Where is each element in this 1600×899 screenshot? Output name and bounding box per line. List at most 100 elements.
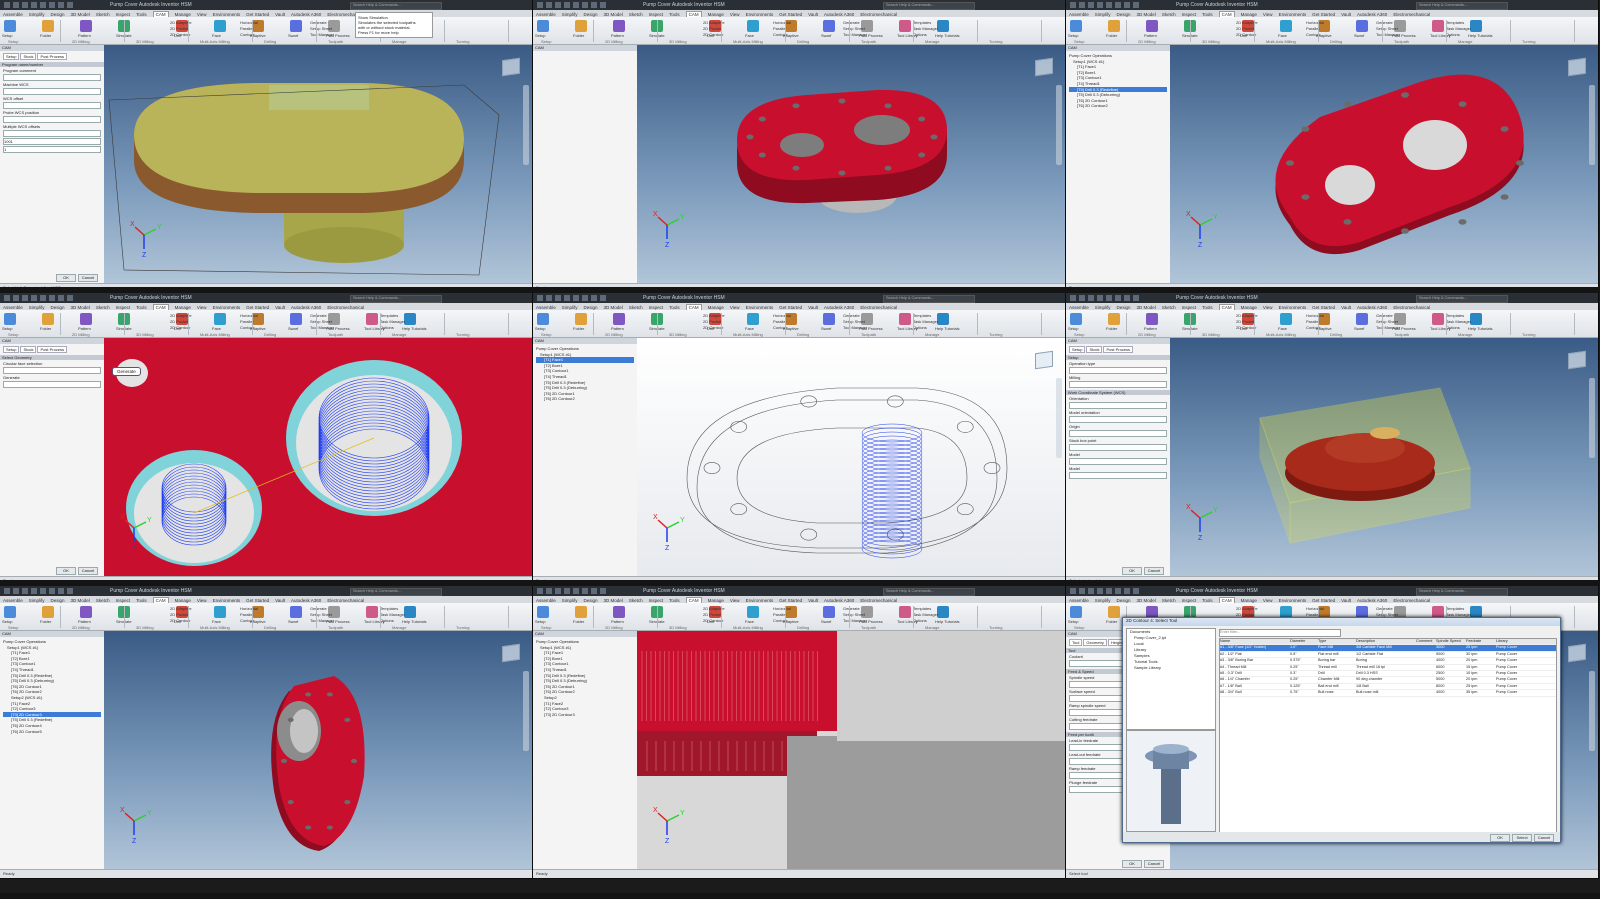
- quick-access-icon[interactable]: [49, 295, 55, 301]
- help-icon[interactable]: [1470, 20, 1482, 32]
- ribbon-small-item[interactable]: Templates: [1446, 313, 1464, 318]
- quick-access-icon[interactable]: [1133, 295, 1139, 301]
- ribbon-button-label[interactable]: Face: [1278, 326, 1287, 331]
- quick-access-icon[interactable]: [1088, 2, 1094, 8]
- ok-button[interactable]: OK: [56, 567, 76, 575]
- ribbon-button-label[interactable]: Face: [745, 619, 754, 624]
- quick-access-icon[interactable]: [591, 588, 597, 594]
- ribbon-button-label[interactable]: Pattern: [611, 326, 624, 331]
- ribbon-button-label[interactable]: Help Tutorials: [935, 33, 959, 38]
- ribbon-button-label[interactable]: Face: [745, 326, 754, 331]
- quick-access-icon[interactable]: [13, 2, 19, 8]
- pump-cover-part[interactable]: [271, 676, 365, 851]
- quick-access-icon[interactable]: [1097, 588, 1103, 594]
- setup-icon[interactable]: [4, 313, 16, 325]
- ribbon-small-item[interactable]: Horizontal: [240, 606, 258, 611]
- quick-access-icon[interactable]: [40, 588, 46, 594]
- column-header[interactable]: Type: [1318, 639, 1356, 643]
- ribbon-small-item[interactable]: 2D Pocket: [703, 612, 721, 617]
- stock-part[interactable]: [108, 83, 500, 276]
- ribbon-small-item[interactable]: Horizontal: [240, 20, 258, 25]
- quick-access-icon[interactable]: [564, 588, 570, 594]
- search-input[interactable]: Search Help & Commands...: [883, 295, 975, 303]
- ribbon-button-label[interactable]: Pattern: [78, 326, 91, 331]
- quick-access-icon[interactable]: [1106, 588, 1112, 594]
- graphics-viewport[interactable]: X Y Z: [637, 338, 1065, 577]
- ribbon-small-item[interactable]: Tool Manager: [310, 32, 334, 37]
- graphics-viewport[interactable]: X Y Z: [104, 338, 532, 577]
- ribbon-button-label[interactable]: Help Tutorials: [1468, 326, 1492, 331]
- quick-access-icon[interactable]: [1079, 295, 1085, 301]
- face-icon[interactable]: [1280, 313, 1292, 325]
- ribbon-small-item[interactable]: Setup Sheet: [843, 612, 865, 617]
- quick-access-icon[interactable]: [67, 295, 73, 301]
- face-icon[interactable]: [747, 606, 759, 618]
- quick-access-icon[interactable]: [573, 295, 579, 301]
- quick-access-icon[interactable]: [1115, 295, 1121, 301]
- quick-access-icon[interactable]: [546, 295, 552, 301]
- dialog-tab[interactable]: Post Process: [37, 53, 68, 60]
- ribbon-button-label[interactable]: Swarf: [288, 33, 298, 38]
- ribbon-button-label[interactable]: Swarf: [288, 326, 298, 331]
- graphics-viewport[interactable]: X Y Z: [1170, 338, 1598, 577]
- ribbon-small-item[interactable]: Setup Sheet: [310, 319, 332, 324]
- quick-access-icon[interactable]: [58, 2, 64, 8]
- pattern-icon[interactable]: [1146, 313, 1158, 325]
- column-header[interactable]: Diameter: [1290, 639, 1318, 643]
- quick-access-icon[interactable]: [582, 588, 588, 594]
- ribbon-button-label[interactable]: Swarf: [821, 326, 831, 331]
- ribbon-button-label[interactable]: Pattern: [611, 33, 624, 38]
- ribbon-button-label[interactable]: Folder: [1106, 33, 1117, 38]
- ribbon-small-item[interactable]: Setup Sheet: [310, 26, 332, 31]
- ribbon-small-item[interactable]: Templates: [1446, 606, 1464, 611]
- face-icon[interactable]: [1280, 20, 1292, 32]
- dialog-tab[interactable]: Stock: [1086, 346, 1103, 353]
- column-header[interactable]: Feedrate: [1466, 639, 1496, 643]
- face-icon[interactable]: [214, 20, 226, 32]
- ok-button[interactable]: OK: [1122, 860, 1142, 868]
- ribbon-button-label[interactable]: Pattern: [1144, 33, 1157, 38]
- dialog-tab[interactable]: Setup: [3, 53, 20, 60]
- ribbon-small-item[interactable]: Options: [380, 618, 394, 623]
- pattern-icon[interactable]: [613, 606, 625, 618]
- quick-access-icon[interactable]: [1088, 295, 1094, 301]
- form-field[interactable]: [1069, 444, 1167, 451]
- ribbon-small-item[interactable]: Generate: [1376, 313, 1393, 318]
- swarf-icon[interactable]: [1356, 20, 1368, 32]
- search-input[interactable]: Search Help & Commands...: [350, 295, 442, 303]
- pattern-icon[interactable]: [80, 20, 92, 32]
- ribbon-small-item[interactable]: Tool Manager: [1376, 325, 1400, 330]
- pattern-icon[interactable]: [613, 313, 625, 325]
- ribbon-small-item[interactable]: Task Manager: [380, 612, 405, 617]
- ribbon-small-item[interactable]: Task Manager: [1446, 319, 1471, 324]
- ribbon-button-label[interactable]: Face: [212, 619, 221, 624]
- quick-access-icon[interactable]: [49, 588, 55, 594]
- quick-access-icon[interactable]: [67, 2, 73, 8]
- folder-icon[interactable]: [42, 313, 54, 325]
- ribbon-small-item[interactable]: Task Manager: [913, 612, 938, 617]
- form-field[interactable]: [3, 74, 101, 81]
- form-field[interactable]: [1069, 458, 1167, 465]
- ribbon-small-item[interactable]: Generate: [1376, 606, 1393, 611]
- ribbon-small-item[interactable]: Templates: [913, 20, 931, 25]
- swarf-icon[interactable]: [823, 606, 835, 618]
- quick-access-icon[interactable]: [22, 295, 28, 301]
- search-input[interactable]: Search Help & Commands...: [350, 2, 442, 10]
- setup-icon[interactable]: [537, 20, 549, 32]
- ribbon-button-label[interactable]: Swarf: [821, 33, 831, 38]
- ribbon-small-item[interactable]: Horizontal: [773, 20, 791, 25]
- quick-access-icon[interactable]: [58, 588, 64, 594]
- face-icon[interactable]: [214, 606, 226, 618]
- column-header[interactable]: Name: [1220, 639, 1290, 643]
- quick-access-icon[interactable]: [31, 295, 37, 301]
- ribbon-button-label[interactable]: Setup: [2, 619, 12, 624]
- quick-access-icon[interactable]: [1097, 295, 1103, 301]
- ribbon-button-label[interactable]: Setup: [1068, 619, 1078, 624]
- dialog-tab[interactable]: Stock: [20, 53, 37, 60]
- help-icon[interactable]: [404, 313, 416, 325]
- ribbon-button-label[interactable]: Folder: [40, 619, 51, 624]
- quick-access-icon[interactable]: [555, 295, 561, 301]
- ribbon-small-item[interactable]: Options: [913, 32, 927, 37]
- help-icon[interactable]: [1470, 313, 1482, 325]
- column-header[interactable]: Comment: [1416, 639, 1436, 643]
